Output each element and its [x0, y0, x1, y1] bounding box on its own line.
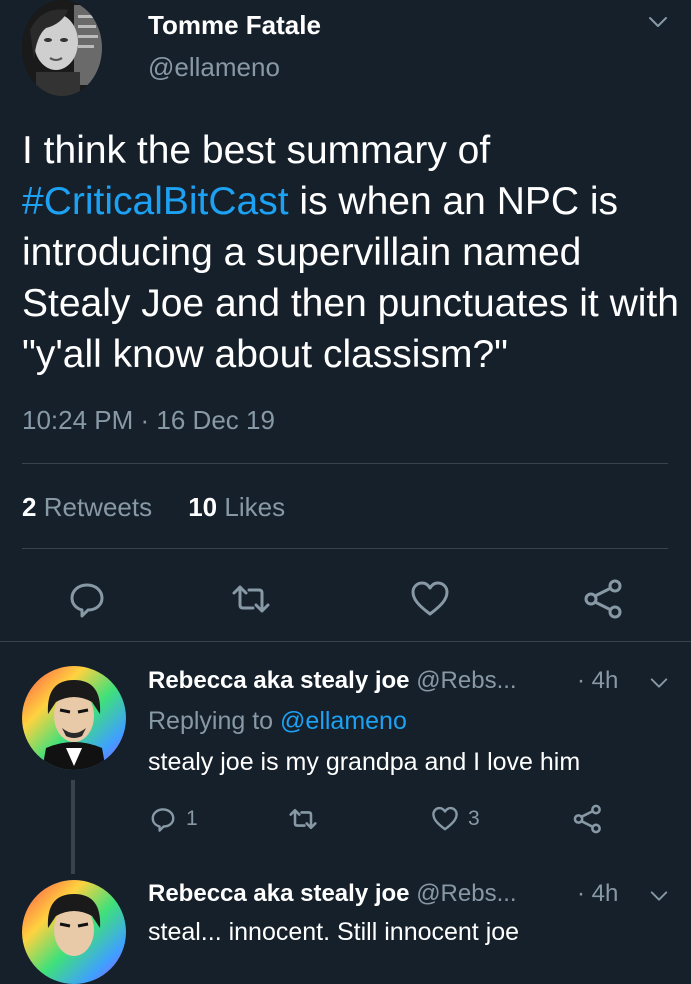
like-heart-icon[interactable]	[408, 577, 452, 621]
reply-text: steal... innocent. Still innocent joe	[148, 918, 520, 946]
retweets-stat[interactable]: 2 Retweets	[22, 492, 152, 522]
replying-to-handle[interactable]: @ellameno	[280, 707, 407, 735]
reply-time[interactable]: · 4h	[577, 880, 618, 908]
chevron-down-icon[interactable]	[648, 885, 670, 907]
author-avatar[interactable]	[22, 0, 102, 96]
chevron-down-icon[interactable]	[646, 10, 670, 34]
likes-stat[interactable]: 10 Likes	[188, 492, 285, 522]
like-button[interactable]: 3	[430, 802, 480, 836]
tweet-text-before: I think the best summary of	[22, 129, 491, 172]
retweet-button[interactable]	[287, 802, 319, 836]
reply-icon[interactable]	[65, 577, 109, 621]
reply-author-name[interactable]: Rebecca aka stealy joe @Rebs...	[148, 880, 517, 908]
hashtag-link[interactable]: #CriticalBitCast	[22, 180, 289, 223]
retweet-icon	[289, 809, 317, 829]
reply-author-handle[interactable]: @Rebs...	[416, 880, 516, 907]
like-count: 3	[468, 807, 480, 830]
thread-connector	[71, 780, 75, 874]
reply-author-avatar[interactable]	[22, 880, 126, 984]
reply-author-handle[interactable]: @Rebs...	[416, 667, 516, 694]
tweet-text: I think the best summary of #CriticalBit…	[22, 125, 682, 380]
reply-button[interactable]: 1	[148, 802, 198, 836]
divider	[0, 641, 691, 642]
reply-icon	[151, 808, 175, 832]
reply-author-name[interactable]: Rebecca aka stealy joe @Rebs...	[148, 667, 517, 695]
share-icon[interactable]	[582, 577, 626, 621]
author-handle[interactable]: @ellameno	[148, 52, 280, 83]
reply-author-avatar[interactable]	[22, 666, 126, 770]
divider	[22, 463, 668, 464]
divider	[22, 548, 668, 549]
tweet-action-bar	[0, 575, 691, 623]
replying-to: Replying to @ellameno	[148, 707, 407, 735]
like-heart-icon	[432, 806, 458, 831]
author-name[interactable]: Tomme Fatale	[148, 10, 321, 41]
tweet-timestamp[interactable]: 10:24 PM · 16 Dec 19	[22, 405, 275, 436]
reply-time[interactable]: · 4h	[577, 667, 618, 695]
reply-text: stealy joe is my grandpa and I love him	[148, 748, 581, 776]
share-icon	[573, 804, 601, 834]
reply-count: 1	[186, 807, 198, 830]
chevron-down-icon[interactable]	[648, 672, 670, 694]
engagement-stats: 2 Retweets 10 Likes	[22, 492, 285, 523]
share-button[interactable]	[572, 802, 604, 836]
retweet-icon[interactable]	[229, 577, 273, 621]
